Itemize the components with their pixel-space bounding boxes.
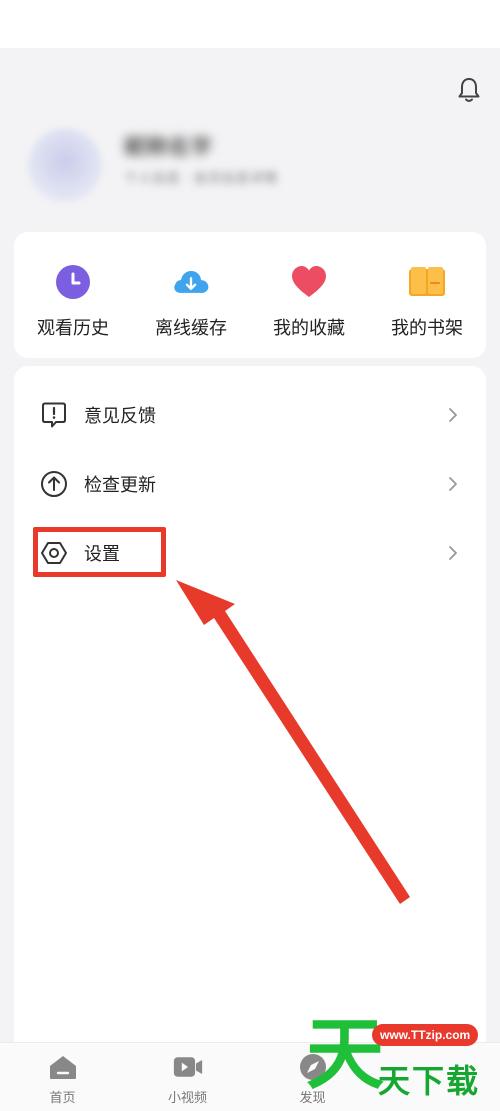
menu-item-label: 意见反馈 xyxy=(84,406,156,427)
home-icon xyxy=(48,1053,78,1081)
quick-action-label: 观看历史 xyxy=(37,318,109,339)
menu-item-check-update[interactable]: 检查更新 xyxy=(14,459,486,509)
menu-item-feedback[interactable]: 意见反馈 xyxy=(14,390,486,440)
quick-action-history[interactable]: 观看历史 xyxy=(14,232,132,358)
user-subtitle: 个人信息 · 会员信息详情 xyxy=(124,171,278,186)
username: 昵称名字 xyxy=(124,136,213,156)
chevron-right-icon xyxy=(449,477,457,491)
cloud-download-icon xyxy=(171,262,211,302)
quick-action-offline-cache[interactable]: 离线缓存 xyxy=(132,232,250,358)
status-bar xyxy=(0,0,500,48)
chevron-right-icon xyxy=(449,408,457,422)
watermark-url: www.TTzip.com xyxy=(372,1024,479,1046)
quick-action-label: 离线缓存 xyxy=(155,318,227,339)
feedback-icon xyxy=(40,401,68,429)
annotation-highlight-box xyxy=(33,527,166,577)
chevron-right-icon xyxy=(449,546,457,560)
book-icon xyxy=(407,262,447,302)
nav-label: 首页 xyxy=(49,1091,76,1106)
menu-item-label: 检查更新 xyxy=(84,475,156,496)
bell-icon[interactable] xyxy=(456,76,482,104)
update-icon xyxy=(40,470,68,498)
site-watermark-logo: 天 www.TTzip.com 天下载 xyxy=(306,1016,500,1111)
quick-actions-card: 观看历史 离线缓存 我的收藏 我的书架 xyxy=(14,232,486,358)
nav-item-home[interactable]: 首页 xyxy=(0,1043,125,1111)
watermark-text: 天下载 xyxy=(378,1062,481,1100)
quick-action-label: 我的收藏 xyxy=(273,318,345,339)
quick-action-label: 我的书架 xyxy=(391,318,463,339)
heart-icon xyxy=(289,262,329,302)
watermark-big-char: 天 xyxy=(306,1010,385,1100)
video-icon xyxy=(173,1053,203,1081)
profile-header[interactable]: 昵称名字 个人信息 · 会员信息详情 xyxy=(28,120,388,210)
nav-label: 小视频 xyxy=(167,1091,207,1106)
quick-action-favorites[interactable]: 我的收藏 xyxy=(250,232,368,358)
quick-action-bookshelf[interactable]: 我的书架 xyxy=(368,232,486,358)
clock-icon xyxy=(53,262,93,302)
annotation-arrow xyxy=(176,580,410,904)
nav-item-short-video[interactable]: 小视频 xyxy=(125,1043,250,1111)
avatar[interactable] xyxy=(28,128,102,202)
